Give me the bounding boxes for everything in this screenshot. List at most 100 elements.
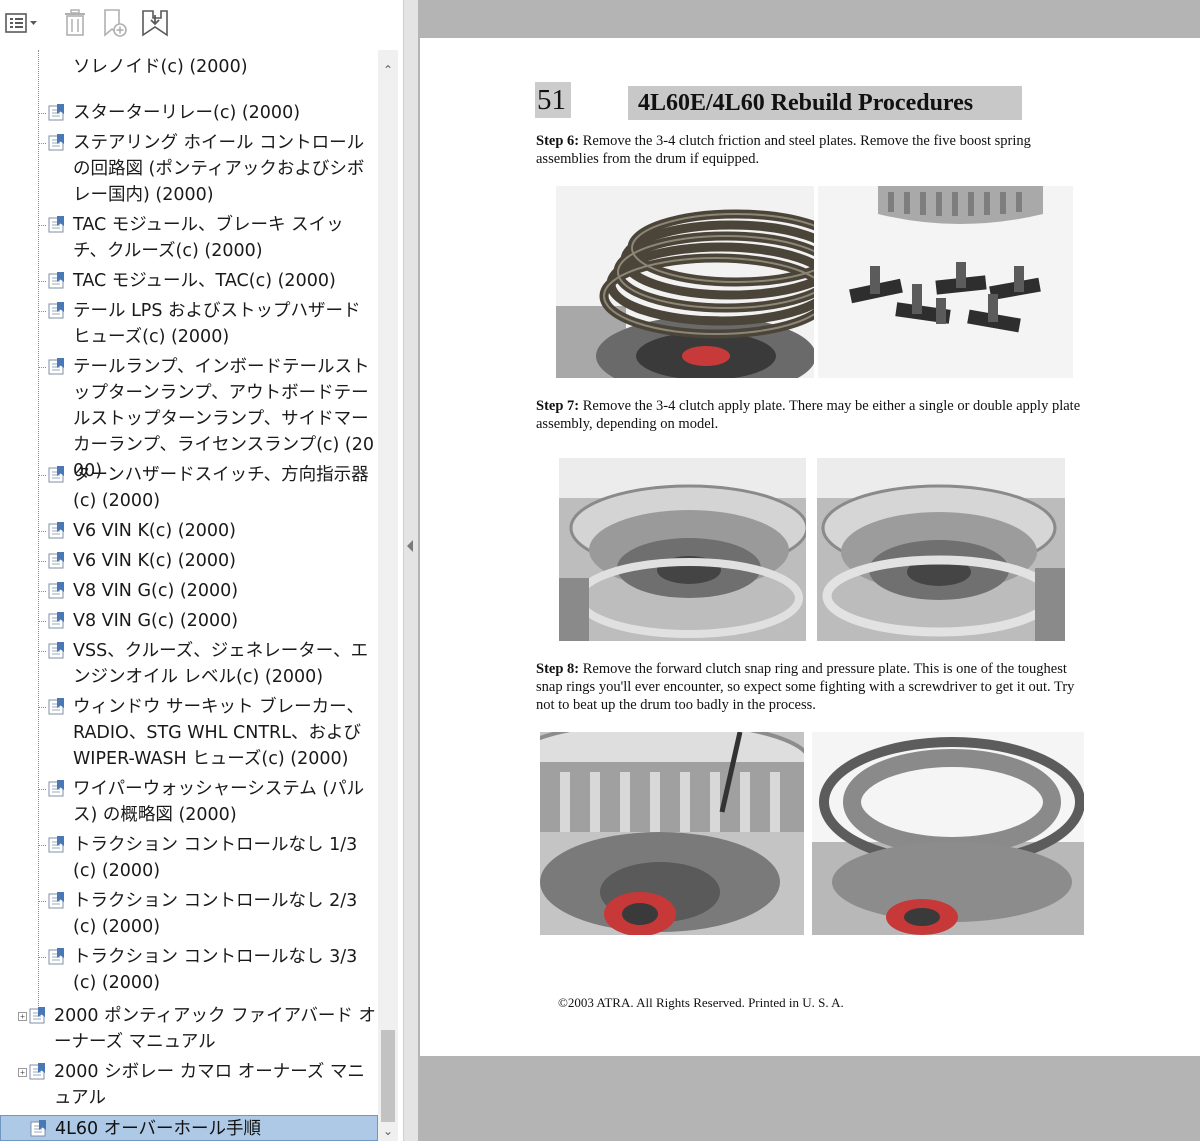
tree-connector [38, 707, 46, 708]
bookmark-item[interactable]: テールランプ、インボードテールストップターンランプ、アウトボードテールストップタ… [0, 354, 378, 481]
bookmark-item-selected[interactable]: 4L60 オーバーホール手順 [0, 1115, 378, 1141]
tree-connector [38, 143, 46, 144]
bookmark-label: ウィンドウ サーキット ブレーカー、RADIO、STG WHL CNTRL、およ… [73, 697, 364, 769]
bookmark-item[interactable]: ワイパーウォッシャーシステム (パルス) の概略図 (2000) [0, 776, 378, 828]
tree-connector [38, 225, 46, 226]
expand-toggle-icon[interactable]: + [18, 1068, 27, 1077]
new-bookmark-icon [104, 9, 127, 37]
bookmark-label: TAC モジュール、ブレーキ スイッチ、クルーズ(c) (2000) [73, 215, 344, 261]
bookmark-icon [48, 948, 64, 965]
bookmarks-panel: スターターモーターおよびスターターソレノイド(c) (2000) スターターリレー… [0, 0, 404, 1141]
bookmark-item-partial[interactable]: スターターモーターおよびスターターソレノイド(c) (2000) [0, 50, 378, 80]
collapse-panel-icon[interactable] [407, 540, 413, 552]
scrollbar-thumb[interactable] [381, 1030, 395, 1122]
tree-connector [38, 789, 46, 790]
snap-ring-removal-photo [540, 732, 804, 935]
bookmark-label: ターンハザードスイッチ、方向指示器(c) (2000) [73, 465, 369, 511]
bookmark-label: 2000 シボレー カマロ オーナーズ マニュアル [54, 1062, 365, 1108]
bookmarks-scrollbar[interactable]: ⌃ ⌄ [378, 50, 398, 1141]
bookmark-item[interactable]: V8 VIN G(c) (2000) [0, 608, 378, 634]
document-viewer[interactable]: 51 4L60E/4L60 Rebuild Procedures Step 6:… [418, 0, 1200, 1141]
expand-bookmark-icon [142, 10, 168, 37]
bookmark-item[interactable]: テール LPS およびストップハザードヒューズ(c) (2000) [0, 298, 378, 350]
bookmark-item[interactable]: V6 VIN K(c) (2000) [0, 518, 378, 544]
step-body: Remove the 3-4 clutch apply plate. There… [536, 398, 1081, 432]
bookmark-icon [48, 780, 64, 797]
bookmark-label: スターターリレー(c) (2000) [73, 103, 301, 123]
bookmark-label: TAC モジュール、TAC(c) (2000) [73, 271, 336, 291]
page-number: 51 [535, 82, 571, 118]
bookmark-icon [48, 612, 64, 629]
step-body: Remove the 3-4 clutch friction and steel… [536, 133, 1031, 167]
expand-toggle-icon[interactable]: + [18, 1012, 27, 1021]
tree-connector [38, 311, 46, 312]
tree-connector [38, 281, 46, 282]
bookmark-icon [48, 134, 64, 151]
bookmark-label: V8 VIN G(c) (2000) [73, 611, 239, 631]
bookmark-item[interactable]: ターンハザードスイッチ、方向指示器(c) (2000) [0, 462, 378, 514]
bookmark-item[interactable]: VSS、クルーズ、ジェネレーター、エンジンオイル レベル(c) (2000) [0, 638, 378, 690]
bookmark-item[interactable]: ステアリング ホイール コントロールの回路図 (ポンティアックおよびシボレー国内… [0, 130, 378, 208]
pressure-plate-photo [812, 732, 1084, 935]
apply-plate-photo-1 [559, 458, 806, 641]
bookmark-item-top[interactable]: 2000 シボレー カマロ オーナーズ マニュアル [0, 1059, 378, 1111]
bookmark-icon [48, 836, 64, 853]
bookmark-label: 4L60 オーバーホール手順 [55, 1119, 262, 1139]
bookmark-item[interactable]: トラクション コントロールなし 1/3(c) (2000) [0, 832, 378, 884]
bookmark-label: トラクション コントロールなし 2/3(c) (2000) [73, 891, 358, 937]
bookmark-item[interactable]: ウィンドウ サーキット ブレーカー、RADIO、STG WHL CNTRL、およ… [0, 694, 378, 772]
panel-splitter[interactable] [404, 0, 418, 1141]
bookmark-label: V6 VIN K(c) (2000) [73, 521, 236, 541]
bookmark-label: トラクション コントロールなし 3/3(c) (2000) [73, 947, 358, 993]
clutch-plates-photo [556, 186, 814, 378]
bookmark-label: トラクション コントロールなし 1/3(c) (2000) [73, 835, 358, 881]
bookmarks-toolbar [0, 0, 403, 48]
new-bookmark-button[interactable] [99, 6, 129, 40]
scroll-up-arrow-icon[interactable]: ⌃ [378, 60, 398, 80]
bookmark-item[interactable]: トラクション コントロールなし 2/3(c) (2000) [0, 888, 378, 940]
list-options-icon [5, 13, 37, 33]
step-7-text: Step 7: Remove the 3-4 clutch apply plat… [536, 397, 1096, 433]
bookmark-item[interactable]: V8 VIN G(c) (2000) [0, 578, 378, 604]
tree-connector [38, 621, 46, 622]
bookmark-item[interactable]: TAC モジュール、TAC(c) (2000) [0, 268, 378, 294]
tree-connector [38, 531, 46, 532]
bookmark-icon [29, 1007, 45, 1024]
tree-connector [38, 845, 46, 846]
bookmark-item[interactable]: スターターリレー(c) (2000) [0, 100, 378, 126]
bookmark-icon [48, 552, 64, 569]
tree-connector [38, 651, 46, 652]
step-8-text: Step 8: Remove the forward clutch snap r… [536, 660, 1096, 714]
expand-bookmark-button[interactable] [138, 6, 172, 40]
bookmark-icon [48, 302, 64, 319]
bookmark-icon [48, 216, 64, 233]
bookmark-item-top[interactable]: 2000 ポンティアック ファイアバード オーナーズ マニュアル [0, 1003, 378, 1055]
tree-connector [38, 367, 46, 368]
page-title: 4L60E/4L60 Rebuild Procedures [628, 86, 1022, 120]
bookmark-label: ワイパーウォッシャーシステム (パルス) の概略図 (2000) [73, 779, 365, 825]
copyright-text: ©2003 ATRA. All Rights Reserved. Printed… [558, 995, 844, 1010]
bookmark-tree: スターターモーターおよびスターターソレノイド(c) (2000) スターターリレー… [0, 50, 378, 1141]
bookmark-label: VSS、クルーズ、ジェネレーター、エンジンオイル レベル(c) (2000) [73, 641, 369, 687]
trash-icon [65, 9, 85, 36]
step-label: Step 7: [536, 398, 580, 414]
bookmark-icon [48, 642, 64, 659]
bookmark-item[interactable]: V6 VIN K(c) (2000) [0, 548, 378, 574]
step-label: Step 8: [536, 661, 580, 677]
scroll-down-arrow-icon[interactable]: ⌄ [378, 1121, 398, 1141]
bookmark-icon [48, 272, 64, 289]
bookmark-icon [48, 522, 64, 539]
step-body: Remove the forward clutch snap ring and … [536, 661, 1075, 713]
options-menu-button[interactable] [2, 6, 42, 40]
tree-connector [38, 957, 46, 958]
bookmark-label: 2000 ポンティアック ファイアバード オーナーズ マニュアル [54, 1006, 376, 1052]
bookmark-label: テール LPS およびストップハザードヒューズ(c) (2000) [73, 301, 361, 347]
tree-connector [38, 901, 46, 902]
bookmark-icon [48, 104, 64, 121]
bookmark-icon [48, 358, 64, 375]
step-6-text: Step 6: Remove the 3-4 clutch friction a… [536, 132, 1096, 168]
bookmark-item[interactable]: トラクション コントロールなし 3/3(c) (2000) [0, 944, 378, 996]
delete-bookmark-button[interactable] [60, 6, 90, 40]
pdf-page: 51 4L60E/4L60 Rebuild Procedures Step 6:… [420, 38, 1200, 1056]
bookmark-item[interactable]: TAC モジュール、ブレーキ スイッチ、クルーズ(c) (2000) [0, 212, 378, 264]
